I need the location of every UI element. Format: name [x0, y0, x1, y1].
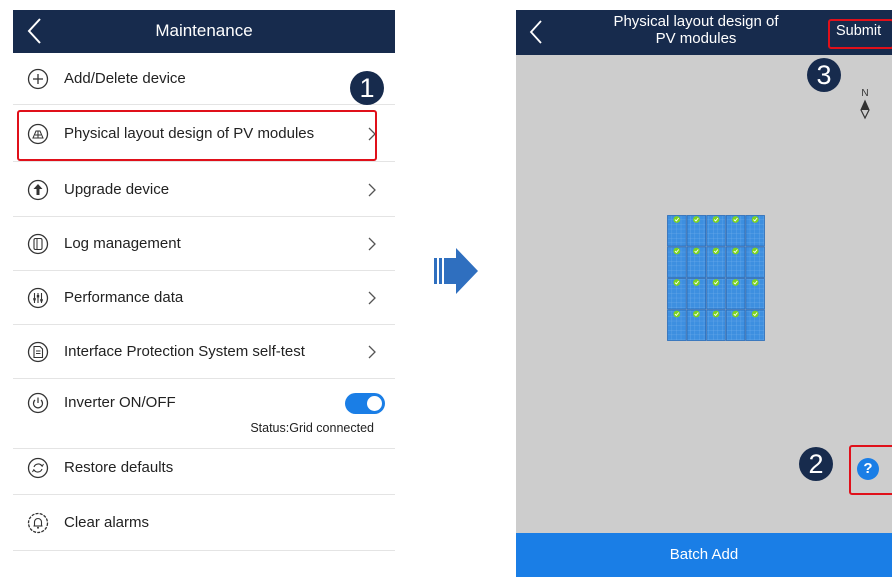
- back-icon[interactable]: [526, 18, 548, 46]
- maintenance-header: Maintenance: [13, 10, 395, 53]
- menu-item-ips-self-test[interactable]: Interface Protection System self-test: [13, 325, 395, 379]
- document-check-icon: [27, 341, 49, 363]
- step-3-badge: 3: [807, 58, 841, 92]
- menu-item-label: Inverter ON/OFF: [64, 394, 176, 411]
- chevron-right-icon: [368, 345, 376, 359]
- menu-item-label: Add/Delete device: [64, 70, 186, 87]
- chevron-right-icon: [368, 183, 376, 197]
- check-icon: [732, 279, 739, 286]
- restore-icon: [27, 457, 49, 479]
- check-icon: [732, 247, 739, 255]
- menu-item-label: Interface Protection System self-test: [64, 343, 305, 360]
- batch-add-button[interactable]: Batch Add: [516, 533, 892, 577]
- inverter-status-text: Status:Grid connected: [250, 421, 374, 435]
- inverter-toggle[interactable]: [345, 393, 385, 414]
- menu-item-performance-data[interactable]: Performance data: [13, 271, 395, 325]
- check-icon: [693, 279, 700, 286]
- check-icon: [673, 279, 681, 286]
- next-step-arrow-icon: [434, 248, 478, 294]
- step-1-badge: 1: [350, 71, 384, 105]
- menu-item-restore-defaults[interactable]: Restore defaults: [13, 449, 395, 495]
- check-icon: [693, 310, 700, 318]
- check-icon: [751, 247, 759, 255]
- check-icon: [732, 310, 739, 318]
- toggle-knob: [367, 396, 382, 411]
- chevron-right-icon: [368, 237, 376, 251]
- page-title: Maintenance: [155, 21, 253, 40]
- maintenance-screen: Maintenance Add/Delete device Physical l…: [13, 10, 395, 577]
- check-icon: [693, 247, 700, 255]
- check-icon: [751, 216, 759, 223]
- upgrade-arrow-icon: [27, 179, 49, 201]
- menu-item-label: Clear alarms: [64, 514, 150, 531]
- check-icon: [712, 279, 720, 286]
- chevron-right-icon: [368, 291, 376, 305]
- plus-circle-icon: [27, 68, 49, 90]
- check-icon: [712, 247, 720, 255]
- check-icon: [673, 216, 681, 223]
- highlight-physical-layout: [17, 110, 377, 161]
- pv-layout-screen: Physical layout design of PV modules Sub…: [516, 10, 892, 577]
- step-2-badge: 2: [799, 447, 833, 481]
- check-icon: [673, 310, 681, 318]
- highlight-help: [849, 445, 892, 495]
- menu-item-clear-alarms[interactable]: Clear alarms: [13, 495, 395, 551]
- compass-icon: N: [860, 88, 870, 120]
- check-icon: [732, 216, 739, 223]
- alarm-bell-icon: [27, 512, 49, 534]
- menu-item-inverter-on-off: Inverter ON/OFF Status:Grid connected: [13, 379, 395, 449]
- menu-item-label: Upgrade device: [64, 181, 170, 198]
- check-icon: [673, 247, 681, 255]
- menu-item-label: Log management: [64, 235, 181, 252]
- check-icon: [712, 216, 720, 223]
- menu-item-add-delete-device[interactable]: Add/Delete device: [13, 53, 395, 105]
- check-icon: [712, 310, 720, 318]
- title-line-1: Physical layout design of: [613, 13, 779, 30]
- compass-north-label: N: [861, 88, 868, 99]
- menu-item-upgrade-device[interactable]: Upgrade device: [13, 162, 395, 217]
- menu-item-log-management[interactable]: Log management: [13, 217, 395, 271]
- pv-panel-array: [667, 215, 765, 341]
- highlight-submit: [828, 19, 892, 49]
- check-icon: [751, 310, 759, 318]
- title-line-2: PV modules: [655, 30, 737, 47]
- check-icon: [693, 216, 700, 223]
- log-icon: [27, 233, 49, 255]
- menu-item-label: Restore defaults: [64, 459, 174, 476]
- page-title: Physical layout design of PV modules: [576, 13, 816, 47]
- power-icon: [27, 392, 49, 414]
- sliders-icon: [27, 287, 49, 309]
- menu-item-label: Performance data: [64, 289, 184, 306]
- check-icon: [751, 279, 759, 286]
